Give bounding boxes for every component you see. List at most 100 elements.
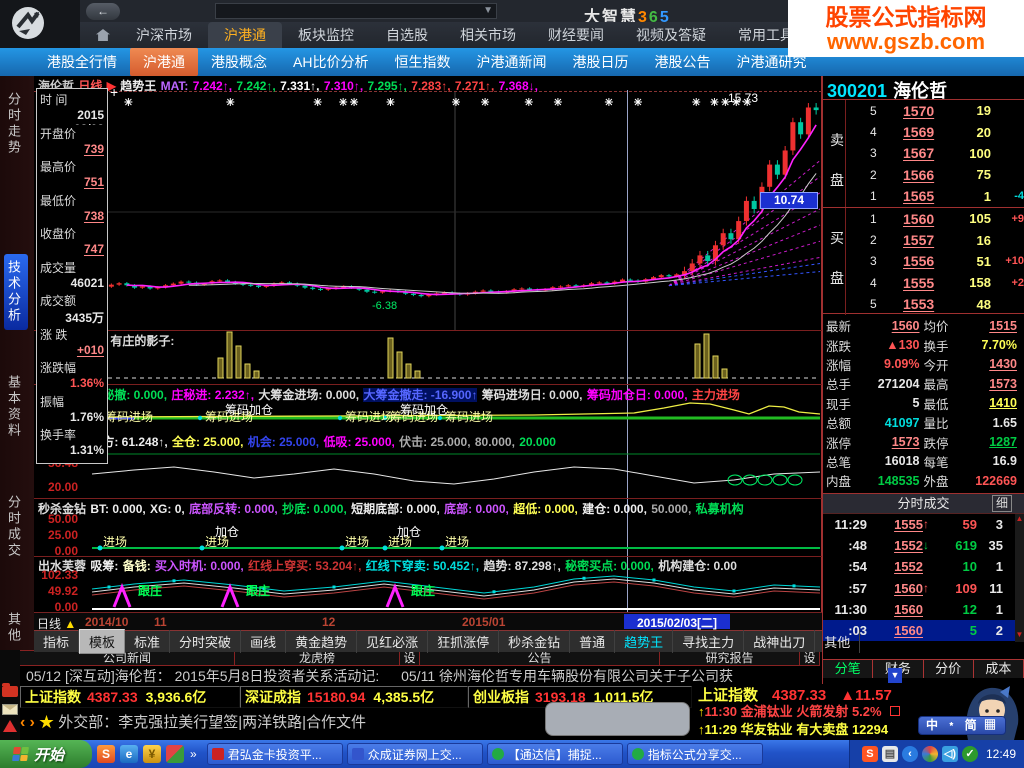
toolbar-fenshi-tupo[interactable]: 分时突破 xyxy=(170,630,242,653)
news-item[interactable]: 05/11 徐州海伦哲专用车辆股份有限公司关于子公司获 xyxy=(401,668,733,684)
quicklaunch-ie-icon[interactable]: e xyxy=(120,745,138,763)
sidebar-tab-fenshi-zoushi[interactable]: 分时走势 xyxy=(4,86,28,162)
tray-page-icon[interactable]: ▤ xyxy=(881,746,898,762)
task-zhibiao-gongshi[interactable]: 指标公式分享交... xyxy=(626,743,763,765)
folder-icon[interactable] xyxy=(2,683,18,697)
ask-row[interactable]: 4 1569 20 xyxy=(845,121,1024,143)
tray-browser-icon[interactable] xyxy=(921,746,938,762)
quicklaunch-overflow-icon[interactable]: » xyxy=(190,747,197,761)
subnav-ganggu-gonggao[interactable]: 港股公告 xyxy=(641,48,723,76)
ask-row[interactable]: 2 1566 75 xyxy=(845,164,1024,186)
bid-row[interactable]: 1 1560 105 +9 xyxy=(845,207,1024,230)
task-tongdaxin[interactable]: 【通达信】捕捉... xyxy=(486,743,623,765)
toolbar-biaozhun[interactable]: 标准 xyxy=(125,630,171,653)
toolbar-zhanshen-chudao[interactable]: 战神出刀 xyxy=(744,630,816,653)
subnav-hengsheng-zhishu[interactable]: 恒生指数 xyxy=(381,48,463,76)
newstab-gongsi-xinwen[interactable]: 公司新闻 xyxy=(20,651,235,665)
menu-caijing-yaowen[interactable]: 财经要闻 xyxy=(532,22,620,48)
start-button[interactable]: 开始 xyxy=(0,740,92,768)
marquee-prev-icon[interactable]: ‹ xyxy=(20,714,25,731)
ask-row[interactable]: 1 1565 1 -4 xyxy=(845,185,1024,207)
news-settings-button[interactable]: 设 xyxy=(800,651,820,665)
newstab-longhubang[interactable]: 龙虎榜 xyxy=(235,651,400,665)
scroll-down-icon[interactable]: ▼ xyxy=(1015,630,1024,640)
tray-sogou-icon[interactable]: S xyxy=(861,746,878,762)
toolbar-qushi-wang[interactable]: 趋势王 xyxy=(615,630,674,653)
menu-shipin-dayi[interactable]: 视频及答疑 xyxy=(620,22,722,48)
ask-row[interactable]: 3 1567 100 xyxy=(845,142,1024,165)
alert-checkbox[interactable] xyxy=(889,706,900,716)
trade-row[interactable]: 11:29 1555 ↑ 59 3 xyxy=(823,514,1024,535)
subnav-hugangtong[interactable]: 沪港通 xyxy=(130,48,198,76)
marquee-next-icon[interactable]: › xyxy=(30,714,35,731)
ticker-shenzheng[interactable]: 深证成指 15180.94 4,385.5亿 xyxy=(240,686,468,708)
trades-list[interactable]: 11:29 1555 ↑ 59 3 :48 1552 ↓ 619 35 :54 1552 10 1 :… xyxy=(823,513,1024,642)
toolbar-qita[interactable]: 其他 xyxy=(815,630,861,653)
news-item[interactable]: 05/12 [深互动]海伦哲： 2015年5月8日投资者关系活动记: xyxy=(26,668,379,684)
tray-shield-icon[interactable]: ✓ xyxy=(961,746,978,762)
toolbar-huangjin-qushi[interactable]: 黄金趋势 xyxy=(286,630,358,653)
news-more-button[interactable]: ▼ xyxy=(888,668,902,683)
app-logo-icon[interactable] xyxy=(0,0,80,48)
sidebar-tab-jiben-ziliao[interactable]: 基本资料 xyxy=(4,369,28,445)
bid-row[interactable]: 3 1556 51 +10 xyxy=(845,250,1024,273)
tray-volume-icon[interactable]: ◁) xyxy=(941,746,958,762)
bid-row[interactable]: 4 1555 158 +2 xyxy=(845,272,1024,294)
miaosha-jinzuan-panel[interactable] xyxy=(34,514,822,556)
toolbar-huaxian[interactable]: 画线 xyxy=(241,630,287,653)
menu-zixuangu[interactable]: 自选股 xyxy=(370,22,444,48)
menu-xiangguan-shichang[interactable]: 相关市场 xyxy=(444,22,532,48)
bid-row[interactable]: 2 1557 16 xyxy=(845,229,1024,251)
tab-fenjia[interactable]: 分价 xyxy=(924,659,974,678)
detail-button[interactable]: 细 xyxy=(991,494,1012,512)
trade-row[interactable]: :48 1552 ↓ 619 35 xyxy=(823,535,1024,556)
toolbar-jianhong-bizhang[interactable]: 见红必涨 xyxy=(357,630,429,653)
subnav-hugangtong-xinwen[interactable]: 沪港通新闻 xyxy=(463,48,559,76)
subnav-ganggu-rili[interactable]: 港股日历 xyxy=(559,48,641,76)
toolbar-zhibiao[interactable]: 指标 xyxy=(34,630,80,653)
home-icon[interactable] xyxy=(96,29,110,41)
sidebar-tab-jishu-fenxi[interactable]: 技术分析 xyxy=(4,254,28,330)
menu-bankuai-jiankong[interactable]: 板块监控 xyxy=(282,22,370,48)
newstab-yanjiu-baogao[interactable]: 研究报告 xyxy=(660,651,800,665)
news-marquee[interactable]: ‹ › ★ 外交部：李克强拉美行望签|两洋铁路|合作文件 xyxy=(20,708,540,738)
tray-back-icon[interactable]: ‹ xyxy=(901,746,918,762)
trade-row[interactable]: 11:30 1560 12 1 xyxy=(823,599,1024,620)
candlestick-chart[interactable] xyxy=(34,91,822,330)
quicklaunch-sogou-icon[interactable]: S xyxy=(97,745,115,763)
trades-scrollbar[interactable]: ▲ ▼ xyxy=(1015,513,1024,642)
subnav-ah-bijia[interactable]: AH比价分析 xyxy=(280,48,381,76)
scroll-up-icon[interactable]: ▲ xyxy=(1015,514,1024,524)
bid-row[interactable]: 5 1553 48 xyxy=(845,293,1024,315)
menu-hushen-shichang[interactable]: 沪深市场 xyxy=(120,22,208,48)
chevron-down-icon[interactable]: ▼ xyxy=(483,5,493,16)
subnav-ganggu-gainian[interactable]: 港股概念 xyxy=(198,48,280,76)
toolbar-miaosha-jinzuan[interactable]: 秒杀金钻 xyxy=(499,630,571,653)
symbol-search-input[interactable]: ▼ xyxy=(215,3,497,19)
toolbar-kuangzhua-zhangting[interactable]: 狂抓涨停 xyxy=(428,630,500,653)
tab-fenbi[interactable]: 分笔 xyxy=(823,659,874,678)
back-button[interactable]: ← xyxy=(86,3,120,20)
quicklaunch-coin-icon[interactable]: ¥ xyxy=(143,745,161,763)
task-zhongcheng[interactable]: 众成证券网上交... xyxy=(346,743,483,765)
trade-row[interactable]: :54 1552 10 1 xyxy=(823,556,1024,577)
toolbar-putong[interactable]: 普通 xyxy=(570,630,616,653)
tab-chengben[interactable]: 成本 xyxy=(974,659,1024,678)
news-settings-button[interactable]: 设 xyxy=(400,651,420,665)
toolbar-moban[interactable]: 模板 xyxy=(79,629,126,654)
quicklaunch-pictures-icon[interactable] xyxy=(166,745,184,763)
chart-area[interactable]: 海伦哲 日线 ▶ 趋势王 MAT: 7.242↑, 7.242↑, 7.331↑… xyxy=(34,76,861,654)
yimuliaoran-panel[interactable] xyxy=(34,450,822,498)
trade-row[interactable]: :57 1560 ↑ 109 11 xyxy=(823,577,1024,598)
sidebar-tab-qita[interactable]: 其他 xyxy=(4,606,28,650)
quote-title[interactable]: 300201 海伦哲 xyxy=(823,76,1024,101)
collapsed-popup[interactable] xyxy=(545,702,690,736)
ime-toolbar[interactable]: 中 ﹡ 简 ▦ xyxy=(918,716,1006,735)
ticker-shangzheng[interactable]: 上证指数 4387.33 3,936.6亿 xyxy=(20,686,240,708)
newstab-gonggao[interactable]: 公告 xyxy=(420,651,660,665)
warning-icon[interactable] xyxy=(3,720,17,732)
mail-icon[interactable] xyxy=(2,704,18,715)
toolbar-xunzhao-zhuli[interactable]: 寻找主力 xyxy=(673,630,745,653)
taskbar-clock[interactable]: 12:49 xyxy=(986,747,1016,761)
subnav-ganggu-quanhangqing[interactable]: 港股全行情 xyxy=(34,48,130,76)
